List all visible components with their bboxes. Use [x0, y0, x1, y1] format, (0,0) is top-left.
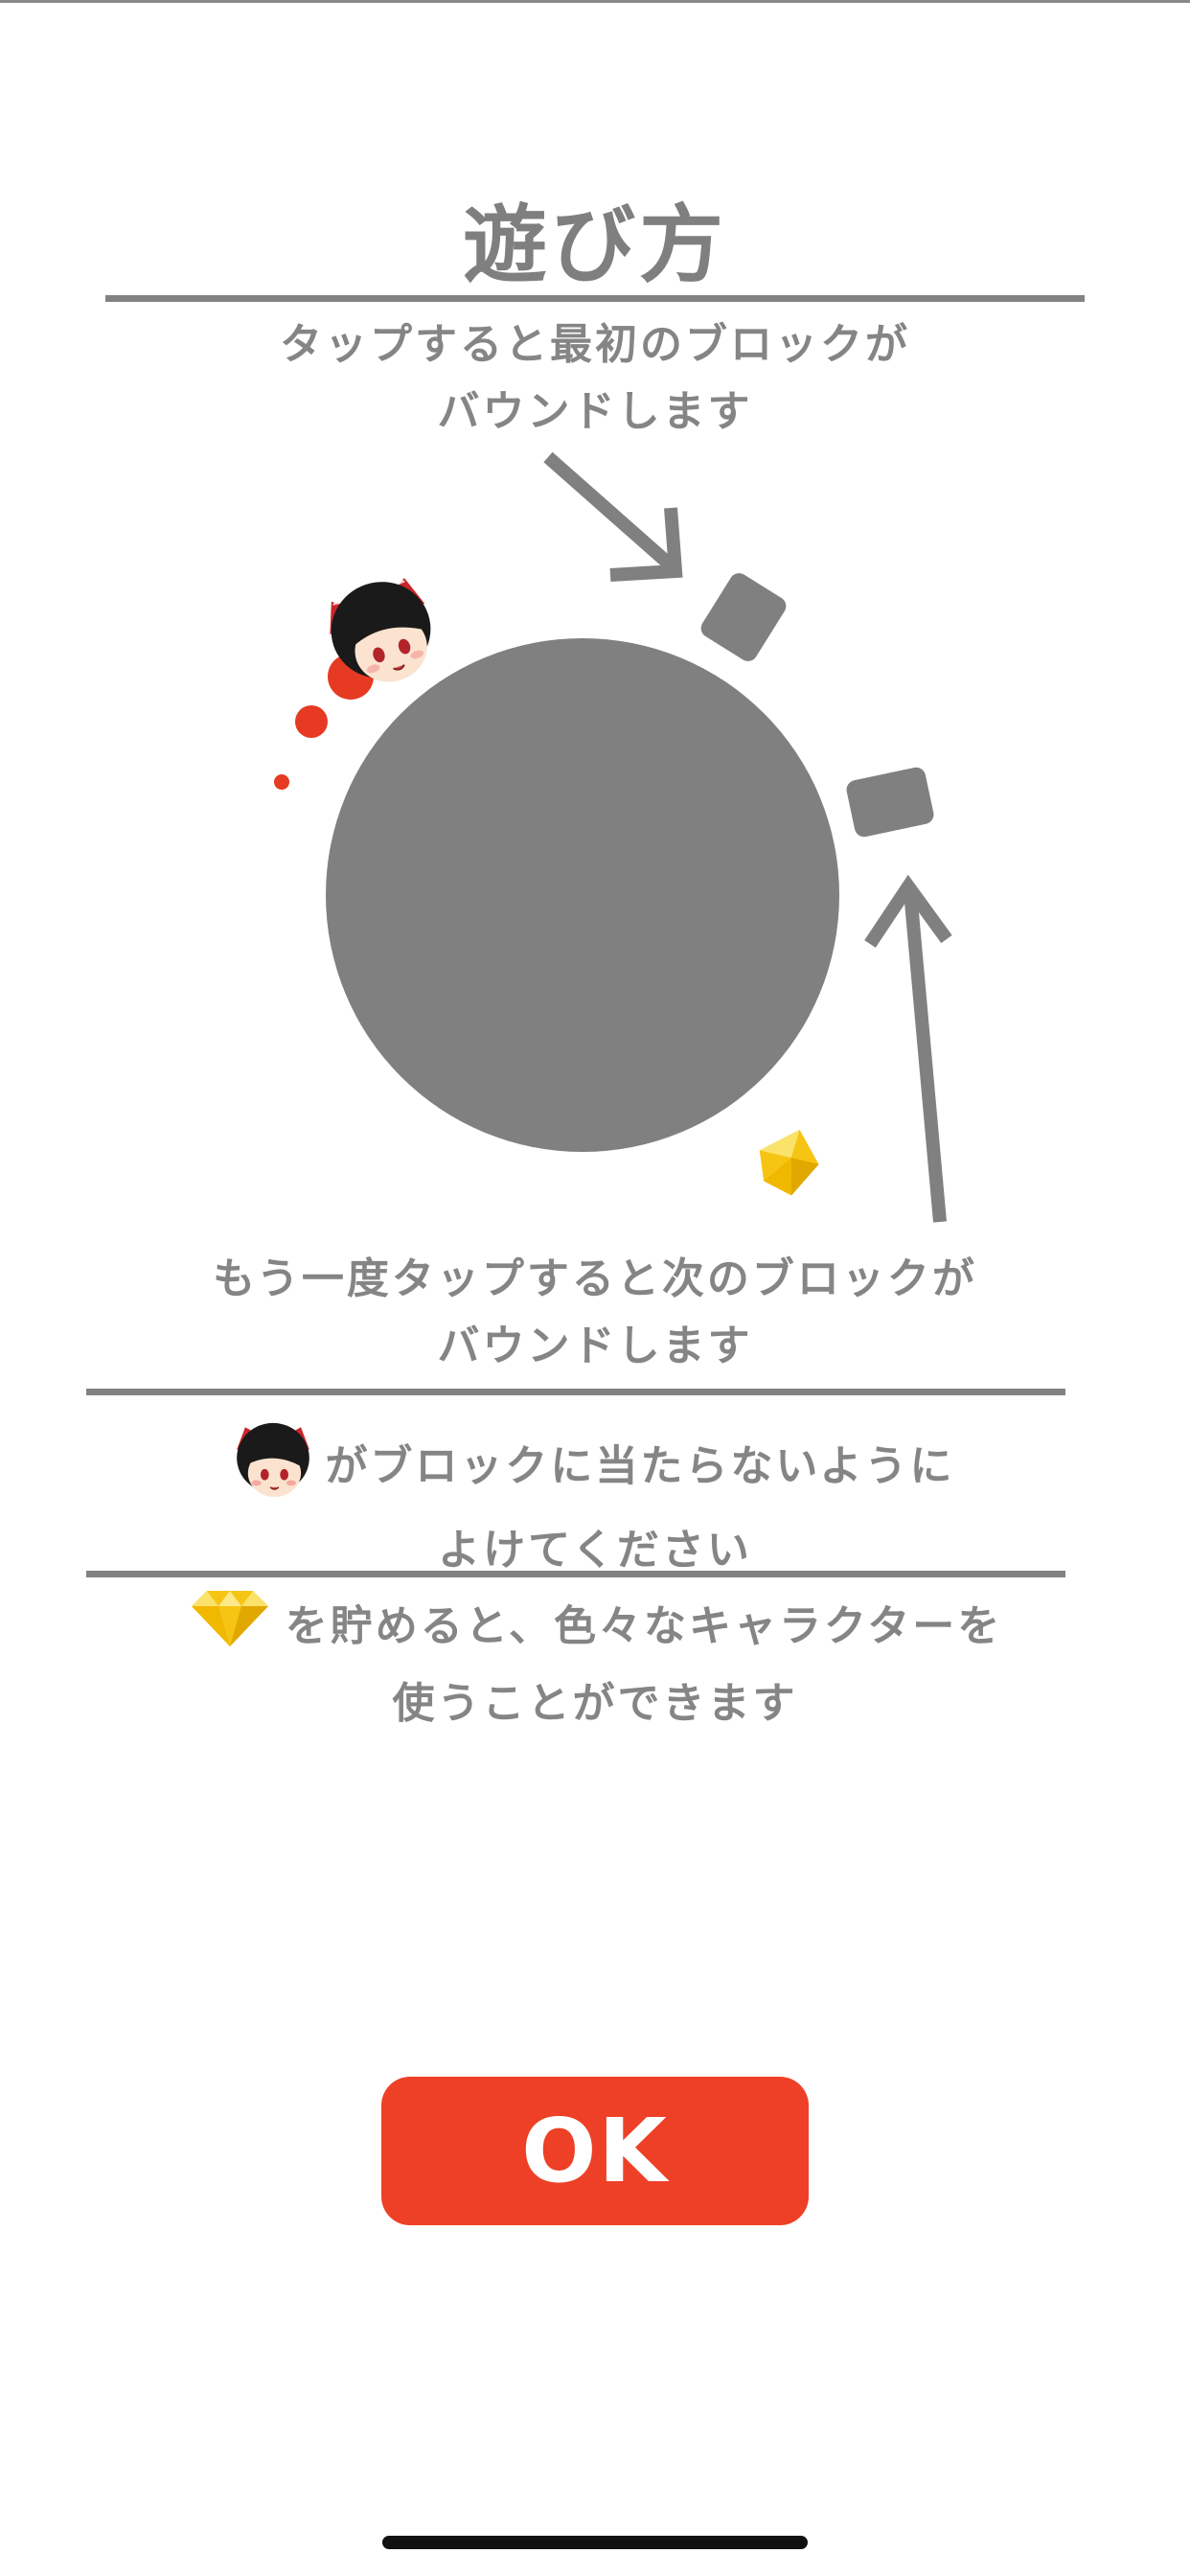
first-block	[700, 573, 787, 661]
tap-first-caption: タップすると最初のブロックが バウンドします	[0, 311, 1190, 446]
divider-2	[86, 1571, 1065, 1577]
trail-dot-medium	[295, 705, 328, 738]
divider-1	[86, 1389, 1065, 1395]
home-indicator[interactable]	[382, 2536, 808, 2549]
planet-circle	[326, 638, 839, 1152]
second-block	[846, 767, 934, 838]
page-title: 遊び方	[462, 196, 727, 294]
trail-dot-small	[274, 774, 289, 790]
avoid-line1: がブロックに当たらないように	[0, 1420, 1190, 1517]
gems-caption: を貯めると、色々なキャラクターを 使うことができます	[0, 1587, 1190, 1737]
trail-dot-large	[328, 654, 374, 700]
character-head-icon	[330, 573, 431, 682]
arrow-to-first-block	[543, 451, 683, 582]
character-head-icon	[235, 1420, 311, 1517]
avoid-caption: がブロックに当たらないように よけてください	[0, 1420, 1190, 1584]
tap-again-caption: もう一度タップすると次のブロックが バウンドします	[0, 1246, 1190, 1380]
avoid-line1-text: がブロックに当たらないように	[325, 1441, 955, 1491]
gem-icon	[188, 1587, 272, 1670]
top-border	[0, 0, 1190, 3]
ok-button[interactable]: OK	[381, 2077, 809, 2225]
title-divider	[105, 295, 1085, 302]
gems-line1: を貯めると、色々なキャラクターを	[0, 1587, 1190, 1670]
gems-line1-text: を貯めると、色々なキャラクターを	[285, 1601, 1003, 1651]
gem-icon	[759, 1129, 819, 1196]
tap-again-line2: バウンドします	[437, 1322, 753, 1370]
tap-again-line1: もう一度タップすると次のブロックが	[213, 1254, 977, 1303]
tap-first-line2: バウンドします	[437, 387, 753, 436]
tap-first-line1: タップすると最初のブロックが	[280, 320, 910, 369]
gems-line2: 使うことができます	[392, 1679, 798, 1728]
arrow-to-second-block	[864, 874, 952, 1223]
